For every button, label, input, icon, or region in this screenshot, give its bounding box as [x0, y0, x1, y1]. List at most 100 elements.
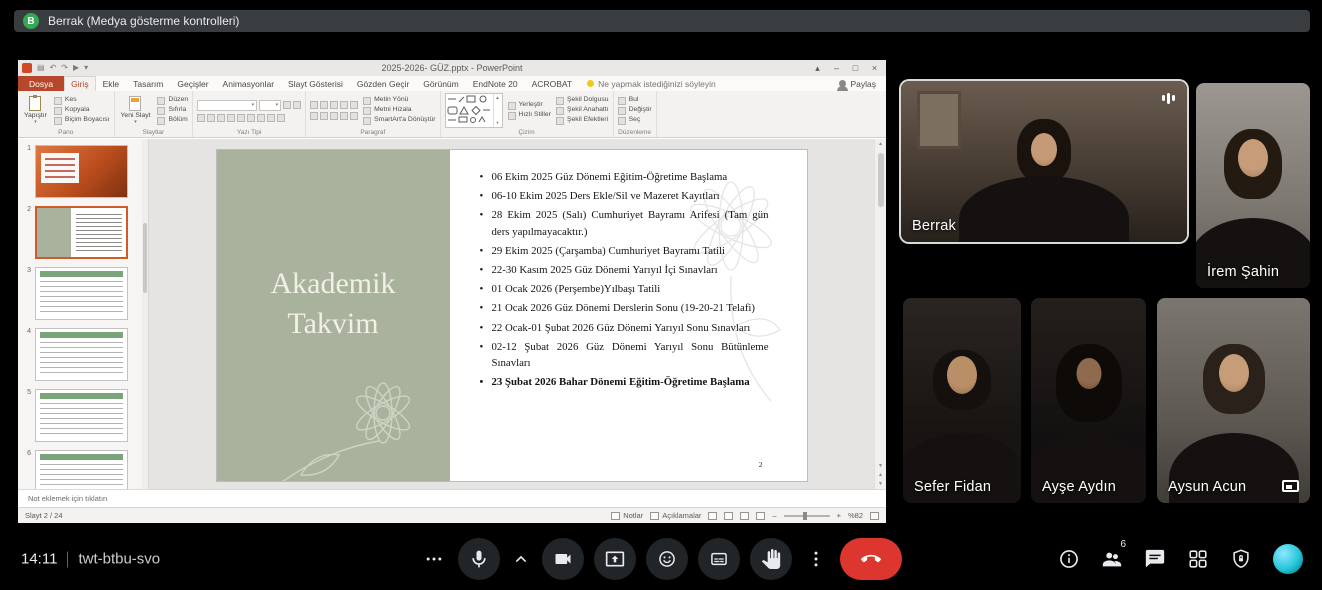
- numbered-list-icon[interactable]: [320, 101, 328, 109]
- ppt-tab[interactable]: Tasarım: [126, 76, 170, 91]
- start-slideshow-icon[interactable]: ▶: [73, 64, 79, 72]
- ribbon-button[interactable]: Bul: [618, 97, 652, 105]
- video-tile-berrak[interactable]: Berrak: [901, 81, 1187, 242]
- video-tile-aysun[interactable]: Aysun Acun: [1157, 298, 1310, 503]
- reading-view-icon[interactable]: [740, 512, 749, 520]
- font-name-select[interactable]: ▾: [197, 100, 257, 111]
- qat-customize-icon[interactable]: ▾: [84, 64, 88, 72]
- ribbon-button[interactable]: SmartArt'a Dönüştür: [363, 117, 435, 125]
- ribbon-button[interactable]: Yerleştir: [508, 102, 551, 110]
- end-call-button[interactable]: [840, 538, 902, 580]
- slideshow-view-icon[interactable]: [756, 512, 765, 520]
- ribbon-button[interactable]: Biçim Boyacısı: [54, 117, 110, 125]
- ppt-tab[interactable]: Ekle: [96, 76, 127, 91]
- minimize-button[interactable]: –: [827, 60, 846, 76]
- ppt-tab[interactable]: Slayt Gösterisi: [281, 76, 350, 91]
- present-button[interactable]: [594, 538, 636, 580]
- columns-icon[interactable]: [350, 112, 358, 120]
- scroll-down-icon[interactable]: ▼: [878, 463, 883, 469]
- video-tile-irem[interactable]: İrem Şahin: [1196, 83, 1310, 288]
- save-icon[interactable]: ▤: [37, 64, 45, 72]
- reactions-button[interactable]: [646, 538, 688, 580]
- ppt-tab[interactable]: Görünüm: [416, 76, 465, 91]
- slide-canvas[interactable]: Akademik Takvim: [217, 150, 807, 481]
- highlight-icon[interactable]: [267, 114, 275, 122]
- ppt-tab[interactable]: Animasyonlar: [216, 76, 282, 91]
- raise-hand-button[interactable]: [750, 538, 792, 580]
- italic-icon[interactable]: [207, 114, 215, 122]
- character-spacing-icon[interactable]: [247, 114, 255, 122]
- comments-toggle[interactable]: Açıklamalar: [650, 511, 701, 520]
- activities-button[interactable]: [1187, 548, 1209, 570]
- ribbon-button[interactable]: Değiştir: [618, 107, 652, 115]
- captions-button[interactable]: [698, 538, 740, 580]
- bullet-list-icon[interactable]: [310, 101, 318, 109]
- align-left-icon[interactable]: [310, 112, 318, 120]
- normal-view-icon[interactable]: [708, 512, 717, 520]
- shadow-icon[interactable]: [237, 114, 245, 122]
- slide-thumbnail[interactable]: [35, 450, 128, 489]
- justify-icon[interactable]: [340, 112, 348, 120]
- zoom-in-icon[interactable]: +: [837, 511, 841, 520]
- shrink-font-icon[interactable]: [293, 101, 301, 109]
- microphone-button[interactable]: [458, 538, 500, 580]
- editor-scrollbar[interactable]: ▲ ▼ ▲ ▼: [874, 139, 886, 489]
- profile-avatar-button[interactable]: [1273, 544, 1303, 574]
- ppt-tab[interactable]: ACROBAT: [525, 76, 579, 91]
- ribbon-button[interactable]: Bölüm: [157, 117, 188, 125]
- gallery-scroll[interactable]: ▲▾: [493, 94, 502, 127]
- zoom-slider-handle[interactable]: [803, 512, 807, 520]
- ribbon-button[interactable]: Şekil Dolgusu: [556, 97, 609, 105]
- ribbon-button[interactable]: Kopyala: [54, 107, 110, 115]
- ribbon-button[interactable]: Düzen: [157, 97, 188, 105]
- new-slide-button[interactable]: Yeni Slayt ▾: [119, 93, 153, 128]
- ribbon-button[interactable]: Metni Hizala: [363, 107, 435, 115]
- ribbon-display-icon[interactable]: ▴: [808, 60, 827, 76]
- notes-bar[interactable]: Not eklemek için tıklatın: [18, 489, 886, 507]
- zoom-level[interactable]: %82: [848, 511, 863, 520]
- slide-sorter-icon[interactable]: [724, 512, 733, 520]
- paste-button[interactable]: Yapıştır ▾: [22, 93, 49, 128]
- previous-slide-icon[interactable]: ▲: [878, 472, 883, 478]
- slide-thumbnail-panel[interactable]: 1 2 3 4: [18, 139, 149, 489]
- device-selector-chevron[interactable]: [510, 538, 532, 580]
- video-tile-ayse[interactable]: Ayşe Aydın: [1031, 298, 1146, 503]
- ribbon-button[interactable]: Şekil Efektleri: [556, 117, 609, 125]
- bold-icon[interactable]: [197, 114, 205, 122]
- decrease-indent-icon[interactable]: [330, 101, 338, 109]
- increase-indent-icon[interactable]: [340, 101, 348, 109]
- ribbon-button[interactable]: Şekil Anahattı: [556, 107, 609, 115]
- close-button[interactable]: ×: [865, 60, 884, 76]
- font-size-select[interactable]: ▾: [259, 100, 281, 111]
- shape-gallery[interactable]: ▲▾: [445, 93, 503, 128]
- slide-thumbnail[interactable]: [35, 389, 128, 442]
- line-spacing-icon[interactable]: [350, 101, 358, 109]
- camera-button[interactable]: [542, 538, 584, 580]
- notes-placeholder[interactable]: Not eklemek için tıklatın: [28, 494, 107, 503]
- slide-thumbnail[interactable]: [35, 145, 128, 198]
- ribbon-button[interactable]: Hızlı Stiller: [508, 112, 551, 120]
- tell-me-search[interactable]: Ne yapmak istediğinizi söyleyin: [587, 76, 716, 91]
- slide-thumbnail[interactable]: [35, 267, 128, 320]
- underline-icon[interactable]: [217, 114, 225, 122]
- ribbon-button[interactable]: Metin Yönü: [363, 97, 435, 105]
- scroll-up-icon[interactable]: ▲: [878, 141, 883, 147]
- slide-thumbnail[interactable]: [35, 328, 128, 381]
- host-controls-button[interactable]: [1230, 548, 1252, 570]
- redo-icon[interactable]: ↷: [61, 64, 68, 72]
- scrollbar-thumb[interactable]: [878, 153, 884, 207]
- zoom-slider[interactable]: [784, 515, 830, 517]
- ribbon-button[interactable]: Kes: [54, 97, 110, 105]
- ribbon-button[interactable]: Seç: [618, 117, 652, 125]
- ribbon-button[interactable]: Sıfırla: [157, 107, 188, 115]
- zoom-out-icon[interactable]: –: [772, 511, 776, 520]
- participants-button[interactable]: 6: [1101, 548, 1123, 570]
- ppt-tab[interactable]: Dosya: [18, 76, 64, 91]
- more-options-button[interactable]: [802, 538, 830, 580]
- ppt-tab[interactable]: Giriş: [64, 76, 95, 91]
- thumbnail-scrollbar[interactable]: [142, 139, 148, 489]
- next-slide-icon[interactable]: ▼: [878, 481, 883, 487]
- ppt-tab[interactable]: Gözden Geçir: [350, 76, 416, 91]
- maximize-button[interactable]: □: [846, 60, 865, 76]
- meeting-details-button[interactable]: [1058, 548, 1080, 570]
